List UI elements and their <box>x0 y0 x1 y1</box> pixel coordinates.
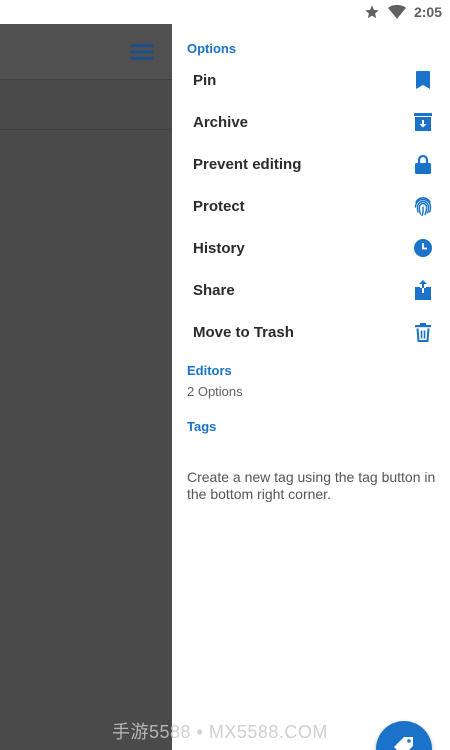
option-label: Archive <box>193 113 249 131</box>
editors-value[interactable]: 2 Options <box>187 384 243 399</box>
clock-icon <box>412 237 434 259</box>
share-icon <box>412 279 434 301</box>
option-share[interactable]: Share <box>172 269 450 311</box>
option-prevent-editing[interactable]: Prevent editing <box>172 143 450 185</box>
status-icons: 2:05 <box>364 0 442 24</box>
trash-icon <box>412 321 434 343</box>
tags-hint-text: Create a new tag using the tag button in… <box>187 469 436 502</box>
option-history[interactable]: History <box>172 227 450 269</box>
option-protect[interactable]: Protect <box>172 185 450 227</box>
options-section-title: Options <box>187 41 237 56</box>
dimmed-background-app[interactable] <box>0 24 172 750</box>
star-icon <box>364 4 380 20</box>
option-label: History <box>193 239 245 257</box>
fingerprint-icon <box>412 195 434 217</box>
option-label: Pin <box>193 71 217 89</box>
option-move-to-trash[interactable]: Move to Trash <box>172 311 450 353</box>
option-label: Move to Trash <box>193 323 294 341</box>
options-drawer: Options Pin Archive Prevent editing Prot… <box>172 24 450 750</box>
watermark: 手游5588 • MX5588.COM <box>112 722 328 742</box>
option-label: Prevent editing <box>193 155 302 173</box>
lock-icon <box>412 153 434 175</box>
option-archive[interactable]: Archive <box>172 101 450 143</box>
editors-section-title: Editors <box>187 363 232 378</box>
app-toolbar <box>0 24 172 80</box>
status-bar: 2:05 <box>0 0 450 24</box>
bookmark-icon <box>412 69 434 91</box>
archive-icon <box>412 111 434 133</box>
option-label: Protect <box>193 197 245 215</box>
menu-icon[interactable] <box>131 42 153 62</box>
wifi-icon <box>387 4 406 20</box>
tags-section-title: Tags <box>187 419 217 434</box>
app-subbar <box>0 82 172 130</box>
status-time: 2:05 <box>413 4 442 20</box>
option-label: Share <box>193 281 235 299</box>
option-pin[interactable]: Pin <box>172 59 450 101</box>
